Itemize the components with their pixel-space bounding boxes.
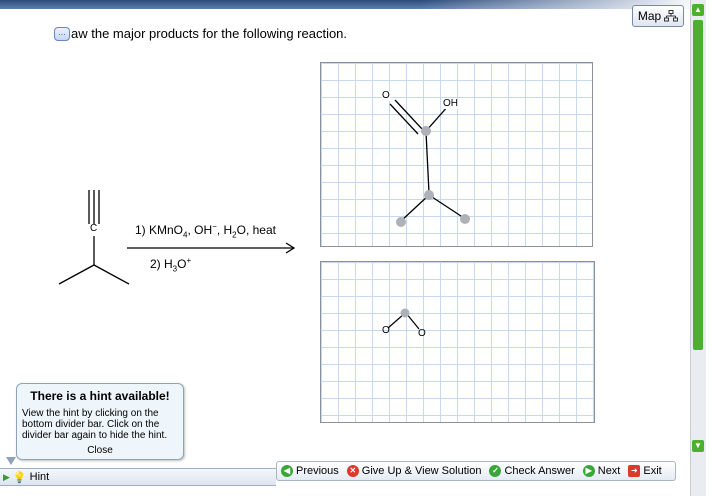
product-structure-1	[389, 99, 470, 227]
hint-popup-tail	[6, 457, 16, 465]
x-circle-icon: ✕	[346, 465, 359, 477]
reagent-step-2: 2) H3O+	[150, 256, 192, 274]
product2-o-right-label: O	[418, 328, 426, 339]
previous-button[interactable]: ◀ Previous	[281, 465, 339, 477]
product-structure-2	[387, 308, 420, 330]
product-drawing-canvas-1[interactable]: O OH	[320, 62, 593, 247]
map-icon	[664, 10, 679, 22]
product1-o-label: O	[382, 90, 390, 101]
map-button[interactable]: Map	[632, 5, 684, 27]
hint-divider-bar[interactable]: ▶ 💡 Hint	[0, 468, 276, 486]
reagent-step-1: 1) KMnO4, OH−, H2O, heat	[135, 222, 276, 240]
hint-bar-label: Hint	[29, 471, 50, 483]
exit-icon: ➜	[628, 465, 641, 477]
arrow-right-circle-icon: ▶	[582, 465, 595, 477]
reaction-scheme	[58, 190, 296, 285]
next-button[interactable]: ▶ Next	[582, 465, 620, 477]
check-circle-icon: ✓	[489, 465, 502, 477]
scroll-thumb[interactable]	[693, 20, 703, 350]
hint-popup: There is a hint available! View the hint…	[16, 383, 184, 460]
exit-button[interactable]: ➜ Exit	[628, 465, 662, 477]
navigation-bar: ◀ Previous ✕ Give Up & View Solution ✓ C…	[276, 461, 676, 481]
lightbulb-icon: 💡	[12, 471, 27, 484]
carbon-label: C	[90, 223, 98, 234]
give-up-button[interactable]: ✕ Give Up & View Solution	[346, 465, 481, 477]
arrow-left-circle-icon: ◀	[281, 465, 293, 477]
scroll-up-icon[interactable]: ▲	[692, 4, 704, 16]
product-drawing-canvas-2[interactable]: O O	[320, 261, 595, 423]
hint-popup-title: There is a hint available!	[30, 389, 170, 403]
scroll-down-icon[interactable]: ▼	[692, 440, 704, 452]
map-button-label: Map	[637, 9, 662, 23]
product1-oh-label: OH	[443, 98, 458, 109]
check-answer-button[interactable]: ✓ Check Answer	[489, 465, 575, 477]
hint-close-link[interactable]: Close	[17, 445, 183, 456]
vertical-scrollbar[interactable]: ▲ ▼	[690, 0, 706, 496]
product2-o-left-label: O	[382, 325, 390, 336]
hint-popup-body: View the hint by clicking on the bottom …	[22, 408, 168, 441]
expand-arrow-icon: ▶	[3, 471, 10, 482]
